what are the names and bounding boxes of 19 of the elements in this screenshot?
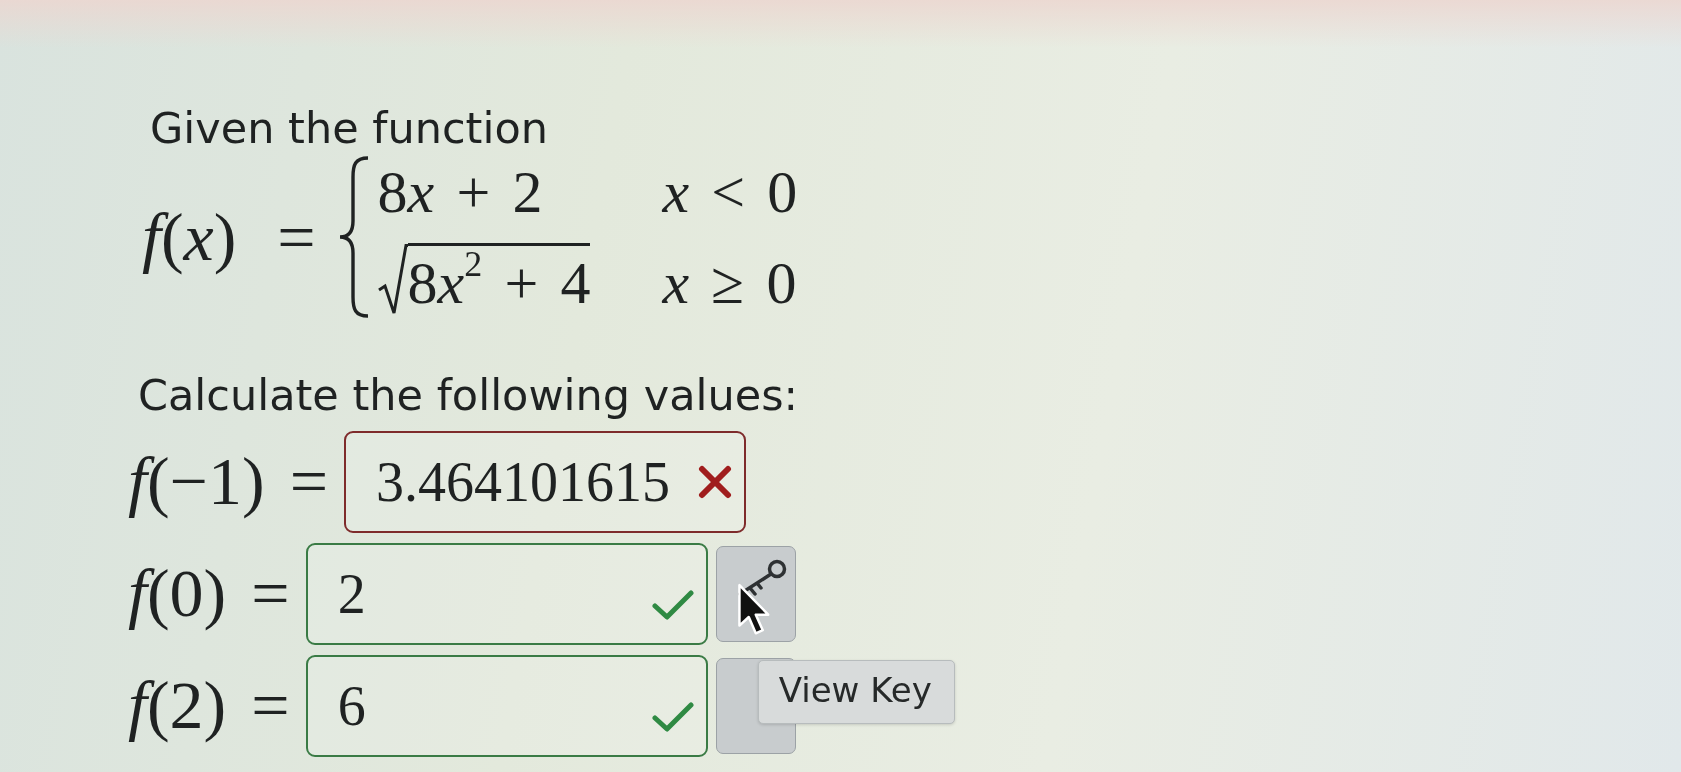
case-expression: 8x + 2 (377, 158, 544, 225)
instruction-text: Calculate the following values: (138, 371, 799, 421)
answer-field[interactable]: 2 (305, 542, 708, 645)
check-icon (651, 701, 694, 732)
answer-field[interactable]: 3.464101615 (344, 430, 747, 533)
close-icon (698, 464, 733, 499)
answer-field[interactable]: 6 (305, 654, 708, 757)
check-icon (651, 589, 694, 620)
case-condition: x ≥ 0 (662, 249, 798, 316)
equation-label: f(−1) = (128, 442, 329, 522)
key-button[interactable] (715, 545, 796, 642)
case-condition: x < 0 (662, 158, 798, 225)
radical-sign-icon (377, 243, 408, 316)
equation-label: f(2) = (128, 666, 290, 746)
prompt-text: Given the function (150, 104, 548, 154)
case-expression: 8x$^{2}$ + 4 (407, 242, 591, 316)
equation-label: f(0) = (128, 554, 290, 634)
function-name: f(x) = (142, 197, 316, 277)
tooltip: View Key (757, 659, 955, 724)
